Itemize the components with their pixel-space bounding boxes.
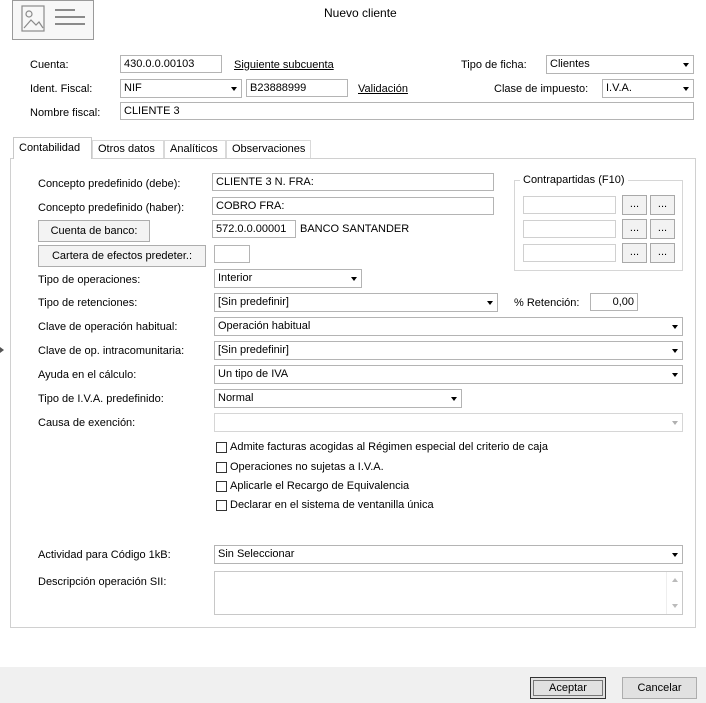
chevron-down-icon	[672, 349, 678, 353]
tab-otros-datos[interactable]: Otros datos	[92, 140, 164, 158]
chevron-down-icon	[672, 325, 678, 329]
no-sujetas-iva-label[interactable]: Operaciones no sujetas a I.V.A.	[230, 460, 384, 474]
cuenta-input[interactable]: 430.0.0.00103	[120, 55, 222, 73]
criterio-caja-label[interactable]: Admite facturas acogidas al Régimen espe…	[230, 440, 548, 454]
scroll-up-icon[interactable]	[672, 578, 678, 582]
tipo-retenciones-select[interactable]: [Sin predefinir]	[214, 293, 498, 312]
concepto-debe-label: Concepto predefinido (debe):	[38, 178, 181, 190]
chevron-down-icon	[672, 373, 678, 377]
contrapartidas-title: Contrapartidas (F10)	[520, 173, 628, 187]
contrapartida-browse-button[interactable]: ...	[622, 195, 647, 215]
clave-intra-select[interactable]: [Sin predefinir]	[214, 341, 683, 360]
recargo-equivalencia-label[interactable]: Aplicarle el Recargo de Equivalencia	[230, 479, 409, 493]
actividad-value: Sin Seleccionar	[218, 548, 295, 560]
tipo-iva-label: Tipo de I.V.A. predefinido:	[38, 393, 164, 405]
siguiente-subcuenta-link[interactable]: Siguiente subcuenta	[234, 58, 334, 72]
contrapartida-browse-button[interactable]: ...	[650, 219, 675, 239]
chevron-down-icon	[683, 87, 689, 91]
tab-analiticos[interactable]: Analíticos	[164, 140, 226, 158]
client-card-icon	[12, 0, 94, 40]
clave-operacion-label: Clave de operación habitual:	[38, 321, 178, 333]
tipo-operaciones-select[interactable]: Interior	[214, 269, 362, 288]
clave-intra-value: [Sin predefinir]	[218, 344, 289, 356]
concepto-haber-input[interactable]: COBRO FRA:	[212, 197, 494, 215]
concepto-debe-input[interactable]: CLIENTE 3 N. FRA:	[212, 173, 494, 191]
actividad-select[interactable]: Sin Seleccionar	[214, 545, 683, 564]
descripcion-sii-label: Descripción operación SII:	[38, 576, 167, 588]
chevron-down-icon	[672, 421, 678, 425]
ident-tipo-select[interactable]: NIF	[120, 79, 242, 98]
chevron-down-icon	[351, 277, 357, 281]
ventanilla-unica-label[interactable]: Declarar en el sistema de ventanilla úni…	[230, 498, 434, 512]
contrapartida-input[interactable]	[523, 220, 616, 238]
ayuda-calculo-select[interactable]: Un tipo de IVA	[214, 365, 683, 384]
chevron-down-icon	[231, 87, 237, 91]
scroll-down-icon[interactable]	[672, 604, 678, 608]
tab-observaciones[interactable]: Observaciones	[226, 140, 311, 158]
recargo-equivalencia-checkbox[interactable]	[216, 481, 227, 492]
ident-fiscal-input[interactable]: B23888999	[246, 79, 348, 97]
ayuda-calculo-label: Ayuda en el cálculo:	[38, 369, 137, 381]
ventanilla-unica-checkbox[interactable]	[216, 500, 227, 511]
contrapartida-browse-button[interactable]: ...	[650, 195, 675, 215]
textarea-scrollbar[interactable]	[666, 572, 682, 614]
chevron-down-icon	[451, 397, 457, 401]
no-sujetas-iva-checkbox[interactable]	[216, 462, 227, 473]
tipo-retenciones-label: Tipo de retenciones:	[38, 297, 138, 309]
tab-contabilidad[interactable]: Contabilidad	[13, 137, 92, 159]
descripcion-sii-value	[215, 572, 682, 576]
nombre-fiscal-input[interactable]: CLIENTE 3	[120, 102, 694, 120]
cartera-efectos-input[interactable]	[214, 245, 250, 263]
tipo-operaciones-label: Tipo de operaciones:	[38, 274, 141, 286]
cuenta-banco-name: BANCO SANTANDER	[300, 223, 410, 235]
cuenta-banco-button[interactable]: Cuenta de banco:	[38, 220, 150, 242]
descripcion-sii-textarea[interactable]	[214, 571, 683, 615]
clave-intra-label: Clave de op. intracomunitaria:	[38, 345, 185, 357]
tipo-retenciones-value: [Sin predefinir]	[218, 296, 289, 308]
cuenta-label: Cuenta:	[30, 59, 69, 71]
criterio-caja-checkbox[interactable]	[216, 442, 227, 453]
concepto-haber-label: Concepto predefinido (haber):	[38, 202, 185, 214]
actividad-label: Actividad para Código 1kB:	[38, 549, 171, 561]
window-title: Nuevo cliente	[324, 6, 397, 20]
contrapartida-input[interactable]	[523, 196, 616, 214]
causa-exencion-select[interactable]	[214, 413, 683, 432]
chevron-down-icon	[683, 63, 689, 67]
tipo-iva-select[interactable]: Normal	[214, 389, 462, 408]
causa-exencion-label: Causa de exención:	[38, 417, 136, 429]
clave-operacion-value: Operación habitual	[218, 320, 311, 332]
clase-impuesto-value: I.V.A.	[606, 82, 632, 94]
cancel-button[interactable]: Cancelar	[622, 677, 697, 699]
ident-fiscal-label: Ident. Fiscal:	[30, 83, 93, 95]
tipo-operaciones-value: Interior	[218, 272, 253, 284]
cuenta-banco-input[interactable]: 572.0.0.00001	[212, 220, 296, 238]
tipo-ficha-label: Tipo de ficha:	[461, 59, 527, 71]
tipo-ficha-value: Clientes	[550, 58, 590, 70]
contrapartida-browse-button[interactable]: ...	[650, 243, 675, 263]
retencion-input[interactable]: 0,00	[590, 293, 638, 311]
clase-impuesto-select[interactable]: I.V.A.	[602, 79, 694, 98]
validacion-link[interactable]: Validación	[358, 82, 408, 96]
retencion-label: % Retención:	[514, 297, 580, 309]
clase-impuesto-label: Clase de impuesto:	[494, 83, 589, 95]
cartera-efectos-button[interactable]: Cartera de efectos predeter.:	[38, 245, 206, 267]
tipo-iva-value: Normal	[218, 392, 254, 404]
ident-tipo-value: NIF	[124, 82, 142, 94]
accept-button[interactable]: Aceptar	[530, 677, 606, 699]
chevron-down-icon	[487, 301, 493, 305]
chevron-right-icon	[0, 347, 4, 353]
contrapartida-browse-button[interactable]: ...	[622, 219, 647, 239]
nombre-fiscal-label: Nombre fiscal:	[30, 107, 101, 119]
contrapartida-browse-button[interactable]: ...	[622, 243, 647, 263]
clave-operacion-select[interactable]: Operación habitual	[214, 317, 683, 336]
chevron-down-icon	[672, 553, 678, 557]
contrapartida-input[interactable]	[523, 244, 616, 262]
tipo-ficha-select[interactable]: Clientes	[546, 55, 694, 74]
ayuda-calculo-value: Un tipo de IVA	[218, 368, 289, 380]
